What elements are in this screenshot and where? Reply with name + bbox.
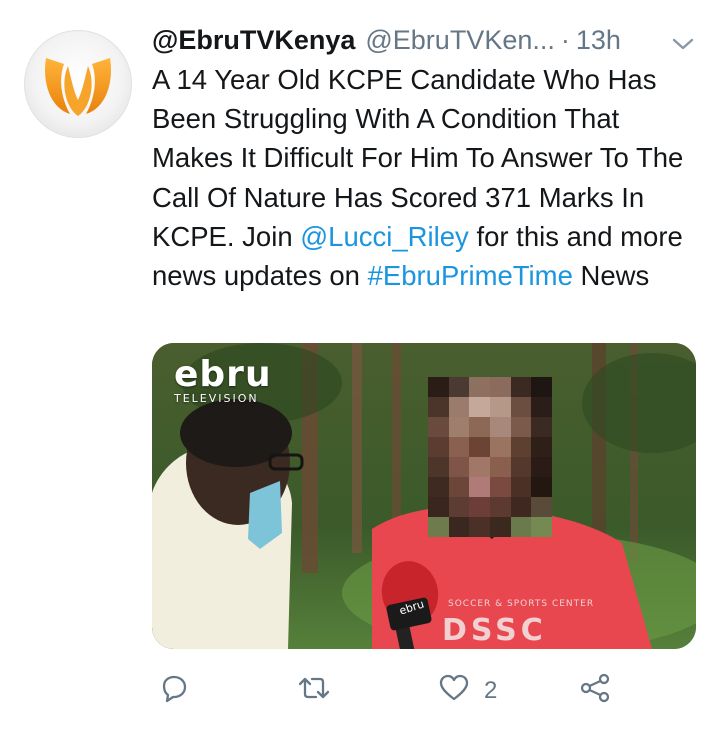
pixelated-face — [428, 377, 552, 537]
hashtag-link[interactable]: #EbruPrimeTime — [368, 260, 573, 291]
user-handle[interactable]: @EbruTVKen... — [365, 25, 555, 56]
shirt-text: DSSC — [442, 613, 547, 648]
tweet-media[interactable]: ebru TELEVISION ebru SOCCER & SPORTS CEN… — [152, 343, 696, 649]
tweet-header: @EbruTVKenya @EbruTVKen... · 13h — [152, 22, 700, 58]
watermark-word: ebru — [174, 354, 272, 395]
like-button[interactable]: 2 — [438, 672, 497, 709]
display-name[interactable]: @EbruTVKenya — [152, 25, 355, 56]
ebru-logo-icon — [45, 58, 111, 116]
retweet-button[interactable] — [296, 672, 332, 709]
chevron-down-icon[interactable] — [670, 30, 696, 61]
reply-icon — [158, 672, 190, 709]
shirt-top-text: SOCCER & SPORTS CENTER — [448, 599, 595, 609]
retweet-icon — [296, 672, 332, 709]
media-watermark: ebru TELEVISION — [174, 357, 272, 405]
watermark-sub: TELEVISION — [174, 392, 259, 405]
reply-button[interactable] — [158, 672, 190, 709]
tweet-text-part: News — [572, 260, 650, 292]
tweet-actions: 2 — [152, 672, 622, 708]
share-button[interactable] — [578, 672, 612, 709]
avatar[interactable] — [24, 30, 132, 138]
like-count: 2 — [484, 676, 498, 704]
timestamp[interactable]: 13h — [576, 25, 621, 56]
heart-icon — [438, 672, 470, 709]
separator-dot: · — [560, 24, 570, 55]
tweet-text: A 14 Year Old KCPE Candidate Who Has Bee… — [152, 60, 702, 295]
mention-link[interactable]: @Lucci_Riley — [300, 221, 469, 252]
share-icon — [578, 672, 612, 709]
